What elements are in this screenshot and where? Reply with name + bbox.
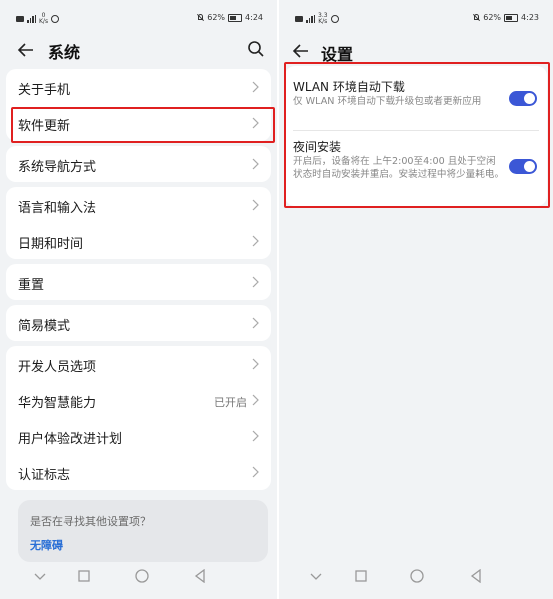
battery-icon bbox=[228, 13, 243, 22]
status-bar: 3.3 K/s 62% 4:23 bbox=[279, 0, 553, 36]
highlight-box-software-update bbox=[11, 107, 275, 143]
collapse-chevron-icon[interactable] bbox=[33, 569, 47, 583]
collapse-chevron-icon[interactable] bbox=[309, 569, 323, 583]
menu-item-simple-mode[interactable]: 简易模式 bbox=[6, 305, 271, 341]
back-triangle-icon[interactable] bbox=[469, 569, 483, 583]
clock: 4:23 bbox=[521, 13, 539, 22]
menu-item-certification[interactable]: 认证标志 bbox=[6, 454, 271, 490]
chevron-right-icon bbox=[252, 199, 259, 211]
menu-item-label: 简易模式 bbox=[18, 319, 71, 334]
menu-item-label: 日期和时间 bbox=[18, 237, 84, 252]
sim-icon bbox=[295, 16, 303, 22]
settings-group-advanced: 开发人员选项 华为智慧能力 已开启 用户体验改进计划 认证标志 bbox=[6, 346, 271, 490]
recent-apps-icon[interactable] bbox=[354, 569, 368, 583]
recent-apps-icon[interactable] bbox=[77, 569, 91, 583]
chevron-right-icon bbox=[252, 158, 259, 170]
menu-item-label: 语言和输入法 bbox=[18, 201, 97, 216]
chevron-right-icon bbox=[252, 358, 259, 370]
menu-item-language-input[interactable]: 语言和输入法 bbox=[6, 187, 271, 223]
sim-icon bbox=[16, 16, 24, 22]
chevron-right-icon bbox=[252, 394, 259, 406]
battery-percent: 62% bbox=[483, 13, 502, 22]
chevron-right-icon bbox=[252, 430, 259, 442]
home-icon[interactable] bbox=[134, 569, 150, 585]
menu-item-reset[interactable]: 重置 bbox=[6, 264, 271, 300]
mute-icon bbox=[473, 14, 480, 21]
back-arrow-icon[interactable] bbox=[292, 42, 310, 60]
system-settings-screen: 0 K/s 62% 4:24 系统 关于手机 软件更新 系统导航方式 语言和输入… bbox=[0, 0, 277, 599]
chevron-right-icon bbox=[252, 235, 259, 247]
network-speed: 0 K/s bbox=[39, 12, 49, 25]
chevron-right-icon bbox=[252, 317, 259, 329]
signal-icon bbox=[27, 15, 36, 23]
help-question: 是否在寻找其他设置项？ bbox=[30, 515, 151, 528]
search-icon[interactable] bbox=[247, 40, 265, 58]
chevron-right-icon bbox=[252, 466, 259, 478]
menu-item-label: 用户体验改进计划 bbox=[18, 432, 123, 447]
signal-icon bbox=[306, 15, 315, 23]
menu-item-label: 认证标志 bbox=[18, 468, 71, 483]
settings-group-navigation: 系统导航方式 bbox=[6, 146, 271, 182]
page-title: 系统 bbox=[48, 43, 81, 62]
settings-group-language-date: 语言和输入法 日期和时间 bbox=[6, 187, 271, 259]
menu-item-date-time[interactable]: 日期和时间 bbox=[6, 223, 271, 259]
update-settings-screen: 3.3 K/s 62% 4:23 设置 WLAN 环境自动下载 仅 WLAN 环境… bbox=[279, 0, 553, 599]
settings-group-simple-mode: 简易模式 bbox=[6, 305, 271, 341]
top-app-bar: 系统 bbox=[0, 36, 277, 66]
battery-percent: 62% bbox=[207, 13, 226, 22]
menu-item-about-phone[interactable]: 关于手机 bbox=[6, 69, 271, 105]
system-nav-bar bbox=[279, 561, 553, 599]
menu-item-label: 系统导航方式 bbox=[18, 160, 97, 175]
menu-item-user-experience[interactable]: 用户体验改进计划 bbox=[6, 418, 271, 454]
menu-item-value: 已开启 bbox=[214, 396, 247, 409]
home-icon[interactable] bbox=[409, 569, 425, 585]
clock: 4:24 bbox=[245, 13, 263, 22]
accessibility-link[interactable]: 无障碍 bbox=[30, 537, 63, 553]
network-speed: 3.3 K/s bbox=[318, 12, 328, 25]
status-bar: 0 K/s 62% 4:24 bbox=[0, 0, 277, 36]
chevron-right-icon bbox=[252, 276, 259, 288]
alarm-icon bbox=[51, 15, 60, 23]
menu-item-label: 重置 bbox=[18, 278, 45, 293]
menu-item-label: 开发人员选项 bbox=[18, 360, 97, 375]
highlight-box-update-settings bbox=[284, 62, 550, 208]
mute-icon bbox=[197, 14, 204, 21]
menu-item-system-navigation[interactable]: 系统导航方式 bbox=[6, 146, 271, 182]
battery-icon bbox=[504, 13, 519, 22]
back-arrow-icon[interactable] bbox=[17, 41, 35, 59]
chevron-right-icon bbox=[252, 81, 259, 93]
system-nav-bar bbox=[0, 561, 277, 599]
menu-item-developer-options[interactable]: 开发人员选项 bbox=[6, 346, 271, 382]
menu-item-label: 关于手机 bbox=[18, 83, 71, 98]
help-card: 是否在寻找其他设置项？ 无障碍 bbox=[18, 500, 268, 562]
alarm-icon bbox=[330, 15, 339, 23]
back-triangle-icon[interactable] bbox=[193, 569, 207, 583]
menu-item-label: 华为智慧能力 bbox=[18, 396, 97, 411]
settings-group-reset: 重置 bbox=[6, 264, 271, 300]
menu-item-huawei-intelligence[interactable]: 华为智慧能力 已开启 bbox=[6, 382, 271, 418]
